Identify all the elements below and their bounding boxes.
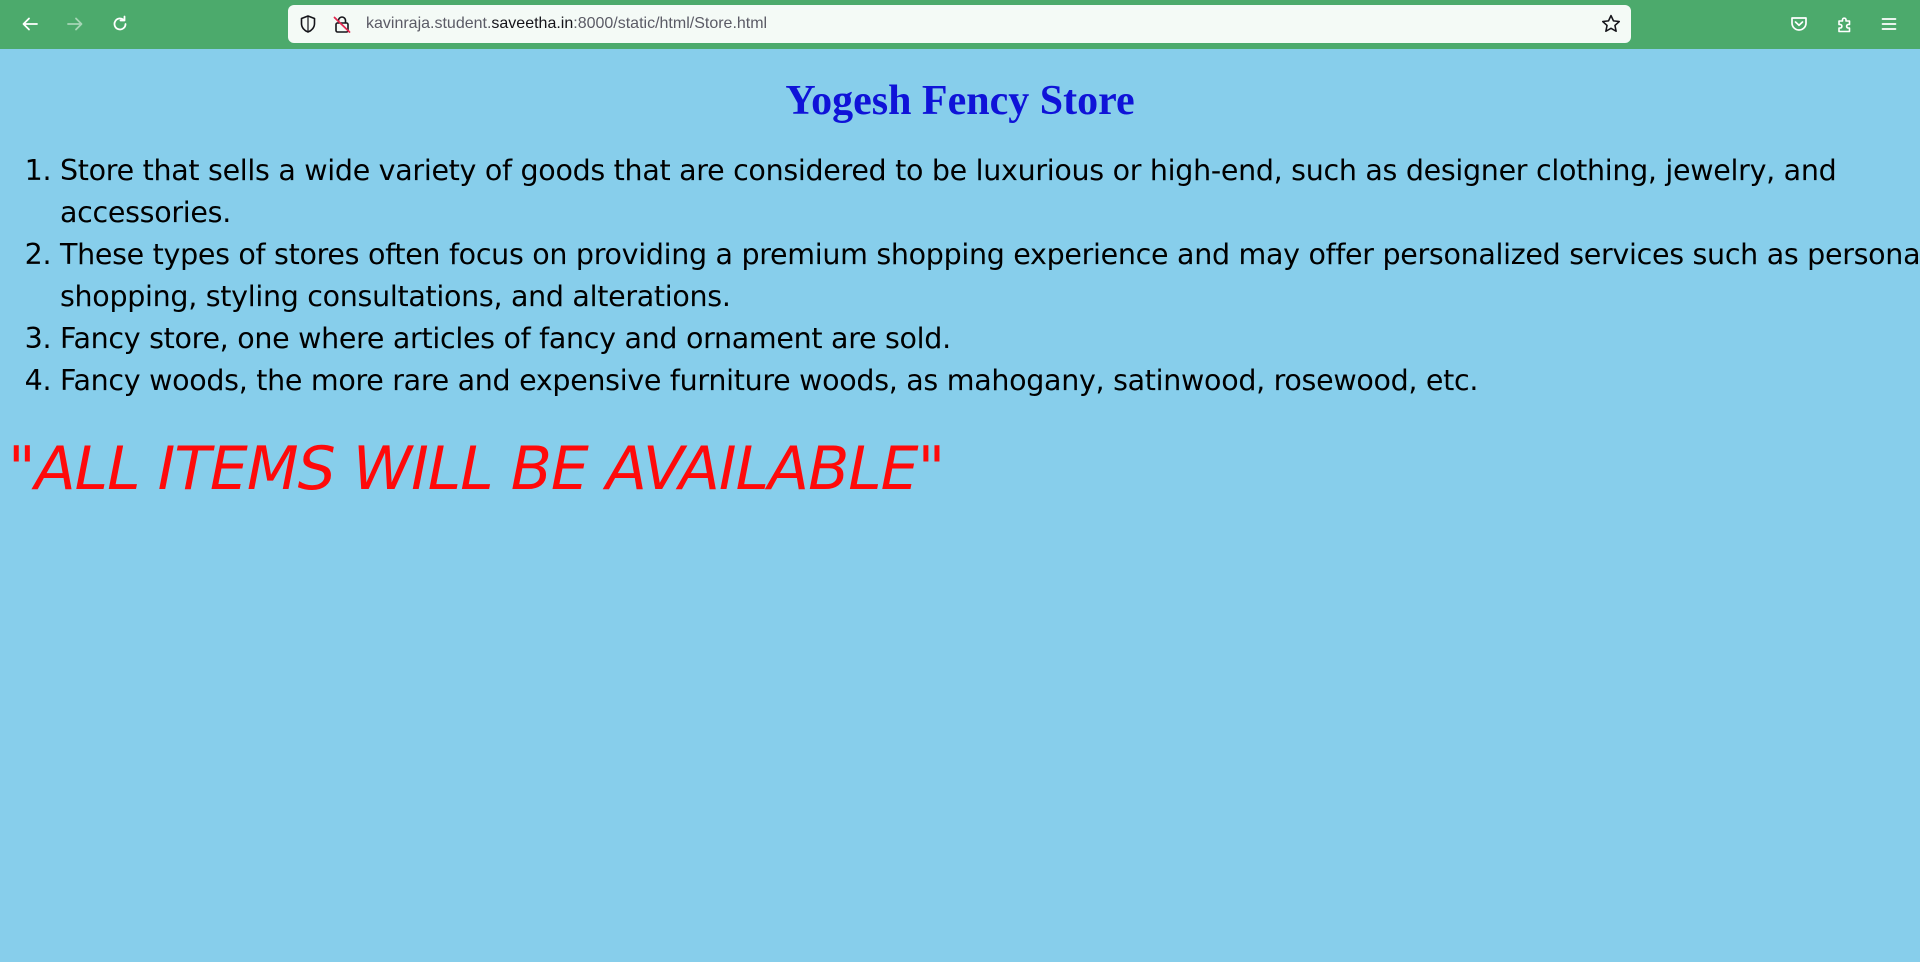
url-suffix: :8000/static/html/Store.html: [573, 15, 768, 32]
list-item: Fancy woods, the more rare and expensive…: [60, 360, 1920, 402]
pocket-button[interactable]: [1783, 8, 1815, 40]
extensions-button[interactable]: [1829, 8, 1861, 40]
arrow-right-icon: [67, 17, 83, 31]
back-button[interactable]: [14, 8, 46, 40]
store-description-list: Store that sells a wide variety of goods…: [16, 150, 1920, 402]
pocket-icon: [1791, 17, 1807, 31]
url-host: saveetha.in: [491, 15, 574, 32]
forward-button[interactable]: [59, 8, 91, 40]
page-content: Yogesh Fency Store Store that sells a wi…: [0, 49, 1920, 962]
menu-button[interactable]: [1873, 8, 1905, 40]
insecure-lock-icon[interactable]: [332, 14, 352, 34]
url-bar[interactable]: kavinraja.student.saveetha.in:8000/stati…: [288, 5, 1631, 43]
puzzle-icon: [1838, 17, 1851, 33]
list-item: Store that sells a wide variety of goods…: [60, 150, 1920, 234]
reload-icon: [113, 15, 127, 31]
browser-toolbar: kavinraja.student.saveetha.in:8000/stati…: [0, 0, 1920, 49]
arrow-left-icon: [22, 17, 38, 31]
url-text[interactable]: kavinraja.student.saveetha.in:8000/stati…: [366, 5, 767, 43]
page-title: Yogesh Fency Store: [785, 78, 1135, 124]
hamburger-icon: [1881, 18, 1897, 30]
reload-button[interactable]: [104, 8, 136, 40]
list-item: These types of stores often focus on pro…: [60, 234, 1920, 318]
list-item: Fancy store, one where articles of fancy…: [60, 318, 1920, 360]
shield-icon[interactable]: [298, 14, 318, 34]
star-icon: [1601, 14, 1621, 33]
url-prefix: kavinraja.student.: [366, 15, 492, 32]
availability-banner: "ALL ITEMS WILL BE AVAILABLE": [8, 434, 945, 504]
bookmark-star-button[interactable]: [1599, 12, 1623, 36]
